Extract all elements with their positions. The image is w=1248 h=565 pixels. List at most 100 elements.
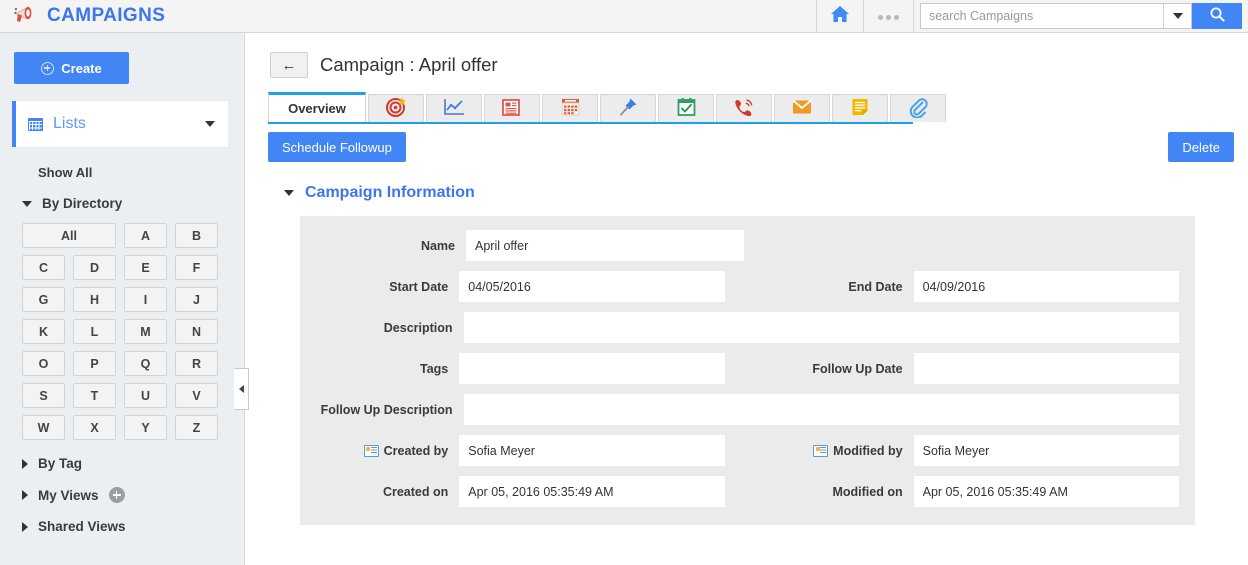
alpha-filter-m[interactable]: M	[124, 319, 167, 344]
tab-overview[interactable]: Overview	[268, 92, 366, 122]
back-button[interactable]: ←	[270, 52, 308, 78]
alpha-filter-e[interactable]: E	[124, 255, 167, 280]
modified-by-label: Modified by	[833, 443, 903, 458]
sidebar-group-by-directory[interactable]: By Directory	[22, 196, 244, 211]
follow-up-description-input[interactable]	[463, 394, 1179, 425]
tab-target[interactable]	[368, 94, 424, 122]
paperclip-icon	[908, 97, 928, 121]
search-scope-dropdown[interactable]	[1163, 4, 1191, 28]
home-icon	[829, 4, 851, 29]
alpha-filter-g[interactable]: G	[22, 287, 65, 312]
alpha-filter-l[interactable]: L	[73, 319, 116, 344]
envelope-icon	[791, 98, 813, 119]
more-menu-button[interactable]	[864, 0, 914, 32]
sidebar-group-my-views[interactable]: My Views	[22, 487, 244, 503]
chevron-down-icon	[22, 200, 32, 207]
alpha-filter-all[interactable]: All	[22, 223, 116, 248]
create-button[interactable]: Create	[14, 52, 129, 84]
alpha-filter-x[interactable]: X	[73, 415, 116, 440]
alpha-filter-a[interactable]: A	[124, 223, 167, 248]
created-by-label-wrap: Created by	[316, 444, 459, 458]
sidebar-collapse-handle[interactable]	[234, 368, 249, 410]
alpha-filter-b[interactable]: B	[175, 223, 218, 248]
name-label: Name	[420, 238, 455, 253]
form-row-dates: Start Date End Date	[316, 271, 1180, 302]
alpha-filter-n[interactable]: N	[175, 319, 218, 344]
modified-on-input	[913, 476, 1180, 507]
sidebar-group-by-tag[interactable]: By Tag	[22, 456, 244, 471]
description-input[interactable]	[463, 312, 1179, 343]
alpha-filter-d[interactable]: D	[73, 255, 116, 280]
sidebar-item-lists-label: Lists	[53, 115, 86, 132]
created-on-input	[459, 476, 725, 507]
contact-card-icon	[363, 444, 379, 457]
campaign-information-form: Name Start Date End Date Description Tag…	[300, 216, 1195, 525]
alpha-filter-u[interactable]: U	[124, 383, 167, 408]
start-date-label: Start Date	[389, 279, 449, 294]
top-bar-right	[816, 0, 1248, 32]
tab-calls[interactable]	[716, 94, 772, 122]
modified-by-input[interactable]	[913, 435, 1180, 466]
tab-overview-label: Overview	[288, 101, 346, 116]
search-area	[914, 0, 1248, 32]
tab-calendar[interactable]	[542, 94, 598, 122]
alpha-filter-t[interactable]: T	[73, 383, 116, 408]
alpha-filter-w[interactable]: W	[22, 415, 65, 440]
description-label: Description	[383, 320, 453, 335]
alpha-filter-z[interactable]: Z	[175, 415, 218, 440]
sidebar-group-my-views-label: My Views	[38, 487, 99, 503]
page-header: ← Campaign : April offer	[246, 33, 1248, 78]
brand: CAMPAIGNS	[0, 4, 165, 29]
alphabet-filter-grid: All A B C D E F G H I J K L M N O P Q R …	[22, 223, 218, 440]
search-box	[920, 3, 1192, 29]
line-chart-icon	[443, 97, 465, 120]
brand-title: CAMPAIGNS	[47, 5, 166, 26]
alpha-filter-o[interactable]: O	[22, 351, 65, 376]
alpha-filter-r[interactable]: R	[175, 351, 218, 376]
page-title: Campaign : April offer	[320, 54, 498, 75]
follow-up-date-input[interactable]	[913, 353, 1180, 384]
alpha-filter-f[interactable]: F	[175, 255, 218, 280]
delete-button[interactable]: Delete	[1168, 132, 1234, 162]
sidebar-show-all[interactable]: Show All	[38, 165, 244, 180]
sidebar-group-shared-views[interactable]: Shared Views	[22, 519, 244, 534]
alpha-filter-v[interactable]: V	[175, 383, 218, 408]
alpha-filter-y[interactable]: Y	[124, 415, 167, 440]
home-button[interactable]	[816, 0, 864, 32]
chevron-down-icon	[284, 190, 294, 196]
tab-tasks[interactable]	[658, 94, 714, 122]
search-input[interactable]	[921, 4, 1163, 28]
modified-on-label: Modified on	[832, 484, 903, 499]
created-by-input[interactable]	[459, 435, 725, 466]
task-calendar-icon	[676, 97, 697, 120]
end-date-input[interactable]	[913, 271, 1180, 302]
note-icon	[850, 97, 870, 120]
start-date-input[interactable]	[459, 271, 725, 302]
tab-attachments[interactable]	[890, 94, 946, 122]
campaign-information-header[interactable]: Campaign Information	[284, 184, 1248, 202]
tab-analytics[interactable]	[426, 94, 482, 122]
schedule-followup-button[interactable]: Schedule Followup	[268, 132, 406, 162]
top-bar: CAMPAIGNS	[0, 0, 1248, 33]
phone-icon	[733, 97, 755, 121]
tab-pinned[interactable]	[600, 94, 656, 122]
alpha-filter-p[interactable]: P	[73, 351, 116, 376]
alpha-filter-c[interactable]: C	[22, 255, 65, 280]
alpha-filter-h[interactable]: H	[73, 287, 116, 312]
tab-documents[interactable]	[484, 94, 540, 122]
follow-up-description-label: Follow Up Description	[320, 402, 453, 417]
chevron-down-icon[interactable]	[205, 121, 215, 127]
sidebar-item-lists[interactable]: Lists	[12, 101, 228, 147]
tags-input[interactable]	[459, 353, 725, 384]
search-button[interactable]	[1192, 3, 1242, 29]
alpha-filter-j[interactable]: J	[175, 287, 218, 312]
alpha-filter-i[interactable]: I	[124, 287, 167, 312]
tab-emails[interactable]	[774, 94, 830, 122]
name-input[interactable]	[466, 230, 744, 261]
alpha-filter-k[interactable]: K	[22, 319, 65, 344]
alpha-filter-s[interactable]: S	[22, 383, 65, 408]
add-view-icon[interactable]	[108, 487, 125, 503]
follow-up-date-label: Follow Up Date	[812, 361, 903, 376]
alpha-filter-q[interactable]: Q	[124, 351, 167, 376]
tab-notes[interactable]	[832, 94, 888, 122]
